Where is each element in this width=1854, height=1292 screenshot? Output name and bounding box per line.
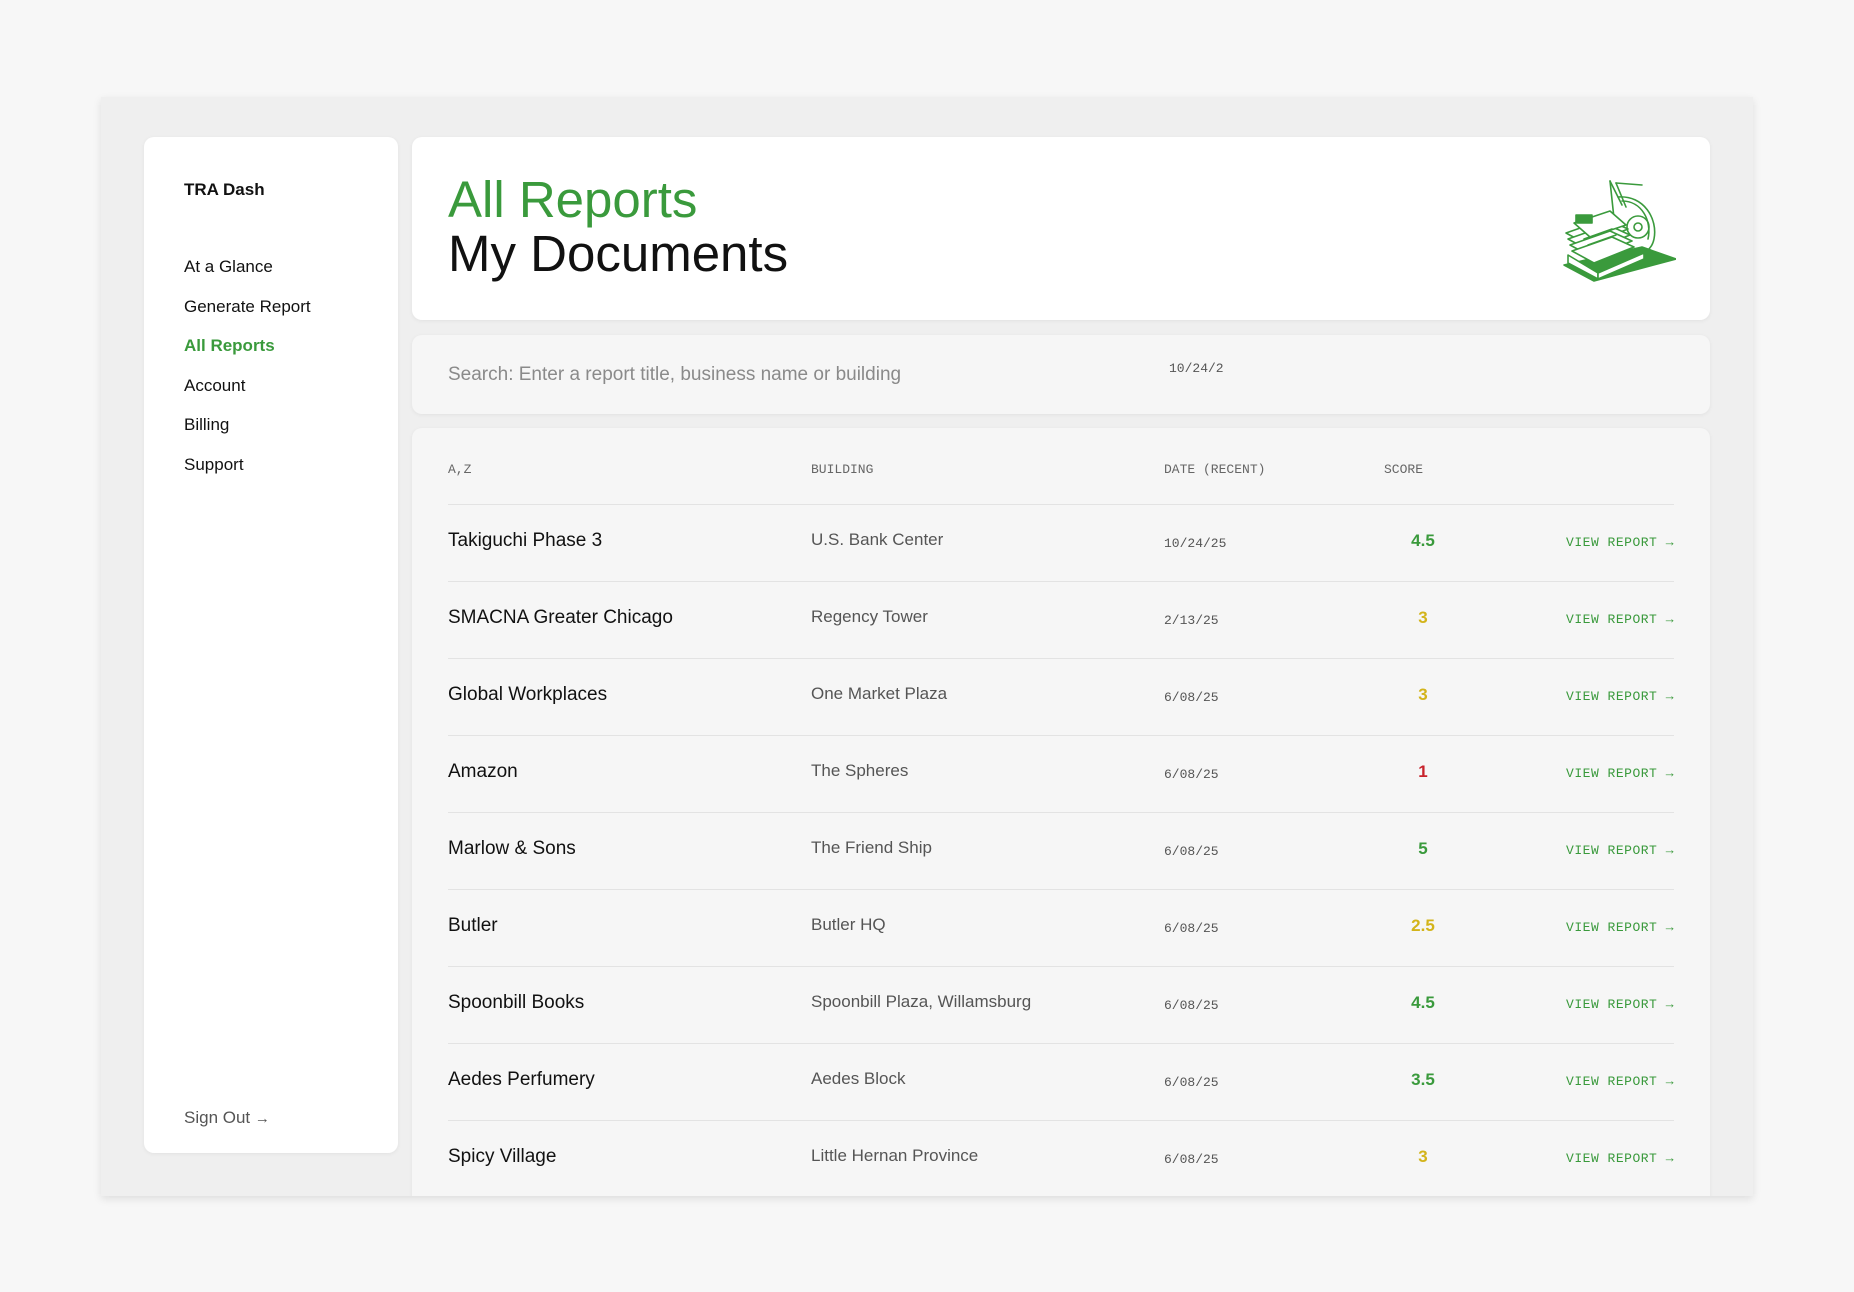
view-report-label: VIEW REPORT [1566,843,1658,858]
report-building: Aedes Block [811,1069,906,1088]
report-score: 2.5 [1411,916,1435,935]
report-date: 6/08/25 [1164,690,1219,705]
report-score: 3.5 [1411,1070,1435,1089]
view-report-link[interactable]: VIEW REPORT → [1566,689,1674,704]
table-row: SMACNA Greater Chicago Regency Tower 2/13/… [448,582,1674,659]
report-date: 6/08/25 [1164,767,1219,782]
arrow-right-icon: → [1665,1151,1674,1166]
column-header-date[interactable]: DATE (RECENT) [1164,462,1265,477]
sign-out-link[interactable]: Sign Out → [184,1108,270,1128]
report-title: Butler [448,915,498,936]
search-bar: 10/24/2 [412,335,1710,414]
date-filter-value[interactable]: 10/24/2 [1169,361,1224,376]
search-input[interactable] [448,361,1008,389]
arrow-right-icon: → [1665,920,1674,935]
view-report-link[interactable]: VIEW REPORT → [1566,997,1674,1012]
nav-support[interactable]: Support [184,453,311,493]
report-building: The Spheres [811,761,909,780]
sidebar-nav: At a Glance Generate Report All Reports Acc… [184,255,311,492]
view-report-label: VIEW REPORT [1566,766,1658,781]
table-row: Global Workplaces One Market Plaza 6/08/25… [448,659,1674,736]
table-body: Takiguchi Phase 3 U.S. Bank Center 10/24/2… [448,505,1674,1196]
nav-generate-report[interactable]: Generate Report [184,295,311,335]
sign-out-label: Sign Out [184,1108,251,1127]
table-header: A,Z BUILDING DATE (RECENT) SCORE [448,428,1674,505]
report-date: 6/08/25 [1164,844,1219,859]
view-report-label: VIEW REPORT [1566,997,1658,1012]
report-title: Global Workplaces [448,684,608,705]
table-row: Butler Butler HQ 6/08/25 2.5 VIEW REPORT → [448,890,1674,967]
brand-name: TRA Dash [184,180,265,199]
report-score: 4.5 [1411,531,1435,550]
report-score: 3 [1418,685,1428,704]
view-report-label: VIEW REPORT [1566,612,1658,627]
view-report-label: VIEW REPORT [1566,535,1658,550]
table-row: Spicy Village Little Hernan Province 6/08/… [448,1121,1674,1196]
report-building: Regency Tower [811,607,928,626]
view-report-label: VIEW REPORT [1566,920,1658,935]
report-score: 5 [1418,839,1428,858]
report-building: The Friend Ship [811,838,932,857]
arrow-right-icon: → [1665,766,1674,781]
column-header-building[interactable]: BUILDING [811,462,873,477]
report-title: Spicy Village [448,1146,557,1167]
report-score: 1 [1418,762,1428,781]
report-score: 3 [1418,1147,1428,1166]
arrow-right-icon: → [1665,535,1674,550]
view-report-label: VIEW REPORT [1566,689,1658,704]
report-title: SMACNA Greater Chicago [448,607,673,628]
view-report-link[interactable]: VIEW REPORT → [1566,1074,1674,1089]
report-building: U.S. Bank Center [811,530,944,549]
view-report-label: VIEW REPORT [1566,1151,1658,1166]
arrow-right-icon: → [254,1110,270,1127]
arrow-right-icon: → [1665,689,1674,704]
report-title: Amazon [448,761,518,782]
view-report-link[interactable]: VIEW REPORT → [1566,766,1674,781]
table-row: Amazon The Spheres 6/08/25 1 VIEW REPORT → [448,736,1674,813]
nav-all-reports[interactable]: All Reports [184,334,311,374]
reports-table: A,Z BUILDING DATE (RECENT) SCORE Takiguc… [412,428,1710,1196]
arrow-right-icon: → [1665,1074,1674,1089]
view-report-link[interactable]: VIEW REPORT → [1566,843,1674,858]
report-building: Spoonbill Plaza, Willamsburg [811,992,1032,1011]
report-date: 6/08/25 [1164,921,1219,936]
column-header-title[interactable]: A,Z [448,462,471,477]
table-row: Spoonbill Books Spoonbill Plaza, Willamsb… [448,967,1674,1044]
report-building: Little Hernan Province [811,1146,979,1165]
nav-at-a-glance[interactable]: At a Glance [184,255,311,295]
app-frame: TRA Dash At a Glance Generate Report All R… [101,97,1753,1196]
nav-account[interactable]: Account [184,374,311,414]
report-score: 4.5 [1411,993,1435,1012]
report-date: 6/08/25 [1164,1075,1219,1090]
view-report-link[interactable]: VIEW REPORT → [1566,535,1674,550]
rolodex-icon [1563,180,1676,282]
page-title: All Reports [448,171,698,228]
nav-billing[interactable]: Billing [184,413,311,453]
arrow-right-icon: → [1665,843,1674,858]
report-date: 6/08/25 [1164,1152,1219,1167]
report-title: Aedes Perfumery [448,1069,595,1090]
table-row: Takiguchi Phase 3 U.S. Bank Center 10/24/2… [448,505,1674,582]
view-report-link[interactable]: VIEW REPORT → [1566,612,1674,627]
report-title: Takiguchi Phase 3 [448,530,603,551]
report-building: Butler HQ [811,915,886,934]
sidebar: TRA Dash At a Glance Generate Report All R… [144,137,398,1153]
report-date: 6/08/25 [1164,998,1219,1013]
report-score: 3 [1418,608,1428,627]
view-report-link[interactable]: VIEW REPORT → [1566,1151,1674,1166]
view-report-label: VIEW REPORT [1566,1074,1658,1089]
page-header: All Reports My Documents [412,137,1710,320]
report-title: Spoonbill Books [448,992,585,1013]
table-row: Marlow & Sons The Friend Ship 6/08/25 5 VIEW… [448,813,1674,890]
arrow-right-icon: → [1665,997,1674,1012]
report-date: 2/13/25 [1164,613,1219,628]
arrow-right-icon: → [1665,612,1674,627]
view-report-link[interactable]: VIEW REPORT → [1566,920,1674,935]
page-subtitle: My Documents [448,225,789,282]
table-row: Aedes Perfumery Aedes Block 6/08/25 3.5 VIEW… [448,1044,1674,1121]
report-title: Marlow & Sons [448,838,576,859]
report-building: One Market Plaza [811,684,948,703]
report-date: 10/24/25 [1164,536,1227,551]
column-header-score[interactable]: SCORE [1384,462,1423,477]
